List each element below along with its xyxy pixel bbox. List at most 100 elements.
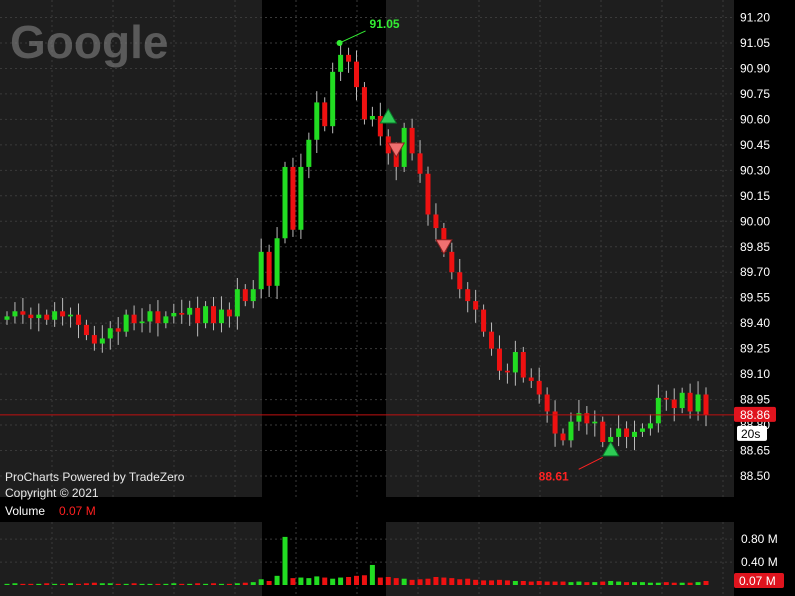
volume-bar: [409, 579, 415, 585]
candle-body: [163, 316, 169, 324]
candle-body: [536, 380, 542, 395]
timer-badge: 20s: [737, 425, 767, 441]
candle-body: [703, 394, 709, 415]
volume-bar: [123, 583, 129, 585]
candle-body: [44, 314, 50, 320]
candle-body: [671, 399, 677, 409]
price-chart[interactable]: Google 91.05 88.61 91.20 91.05 90.90 90.75 90…: [0, 0, 795, 596]
price-tick-label: 90.75: [740, 87, 770, 101]
candle-body: [687, 392, 693, 412]
price-tick-label: 89.25: [740, 342, 770, 356]
volume-tick-label: 0.40 M: [741, 555, 778, 569]
volume-bar: [195, 583, 201, 585]
candle-body: [99, 338, 105, 344]
candle-body: [346, 54, 352, 62]
volume-bar: [52, 583, 58, 585]
candle-body: [155, 311, 161, 324]
candle-body: [139, 321, 145, 324]
candle-body: [12, 311, 18, 317]
volume-bar: [401, 578, 407, 585]
candle-body: [242, 289, 248, 302]
volume-bar: [91, 582, 97, 585]
volume-bar: [441, 577, 447, 585]
candle-body: [489, 331, 495, 349]
price-tick-label: 90.60: [740, 112, 770, 126]
volume-bar: [242, 582, 248, 585]
price-tick-label: 89.70: [740, 265, 770, 279]
price-tick-label: 89.10: [740, 367, 770, 381]
candle-body: [52, 311, 58, 320]
candle-body: [20, 311, 26, 315]
price-tick-label: 90.90: [740, 61, 770, 75]
candle-body: [179, 312, 185, 315]
volume-bar: [115, 583, 121, 585]
volume-bar: [131, 583, 137, 585]
candle-body: [457, 272, 463, 290]
volume-header: [0, 502, 795, 519]
volume-bar: [600, 581, 606, 585]
candle-body: [83, 324, 89, 336]
candle-body: [655, 397, 661, 424]
candle-body: [28, 314, 34, 319]
volume-bar: [171, 583, 177, 585]
volume-bar: [552, 581, 558, 585]
candle-body: [544, 394, 550, 412]
volume-bar: [44, 583, 50, 585]
volume-current-label: 0.07 M: [739, 574, 776, 588]
volume-bar: [147, 583, 153, 585]
volume-bar: [99, 583, 105, 585]
volume-bar: [155, 583, 161, 585]
volume-bar: [290, 578, 296, 585]
price-tick-label: 90.15: [740, 189, 770, 203]
volume-bar: [314, 576, 320, 585]
volume-bar: [218, 583, 224, 585]
google-watermark: Google: [10, 16, 168, 68]
price-tick-label: 88.95: [740, 393, 770, 407]
candle-body: [695, 394, 701, 412]
volume-current-badge: 0.07 M: [734, 572, 784, 588]
volume-bar: [179, 583, 185, 585]
volume-bar: [632, 582, 638, 585]
candle-body: [465, 289, 471, 302]
volume-bar: [369, 564, 375, 585]
volume-bar: [361, 575, 367, 585]
candle-body: [592, 421, 598, 424]
volume-bar: [83, 583, 89, 585]
high-marker-label: 91.05: [370, 17, 400, 31]
volume-bar: [306, 578, 312, 585]
volume-bar: [592, 582, 598, 585]
volume-bar: [520, 580, 526, 585]
candle: [520, 346, 526, 383]
candle-body: [218, 309, 224, 324]
candle-body: [433, 214, 439, 229]
candle-body: [496, 348, 502, 371]
volume-bar: [560, 581, 566, 585]
volume-bar: [536, 580, 542, 585]
volume-bar: [385, 576, 391, 585]
chart-canvas[interactable]: Google 91.05 88.61 91.20 91.05 90.90 90.75 90…: [0, 0, 795, 596]
volume-title: Volume: [5, 504, 45, 518]
price-tick-label: 90.45: [740, 138, 770, 152]
candle-body: [107, 328, 113, 339]
volume-bar: [393, 578, 399, 585]
volume-bar: [338, 577, 344, 585]
volume-bar: [250, 582, 256, 585]
volume-bar: [234, 583, 240, 585]
candle-body: [226, 309, 232, 317]
candle-body: [481, 309, 487, 332]
candle-body: [568, 421, 574, 441]
volume-bar: [28, 583, 34, 585]
volume-bar: [298, 577, 304, 585]
volume-bar: [107, 583, 113, 585]
volume-bar: [481, 580, 487, 585]
candle-body: [147, 311, 153, 322]
candle-body: [647, 423, 653, 429]
volume-bar: [528, 581, 534, 585]
candle-body: [203, 306, 209, 324]
candle: [322, 97, 328, 132]
volume-bar: [655, 582, 661, 585]
price-tick-label: 90.30: [740, 163, 770, 177]
candle-body: [187, 307, 193, 315]
volume-bar: [226, 583, 232, 585]
volume-bar: [608, 580, 614, 585]
